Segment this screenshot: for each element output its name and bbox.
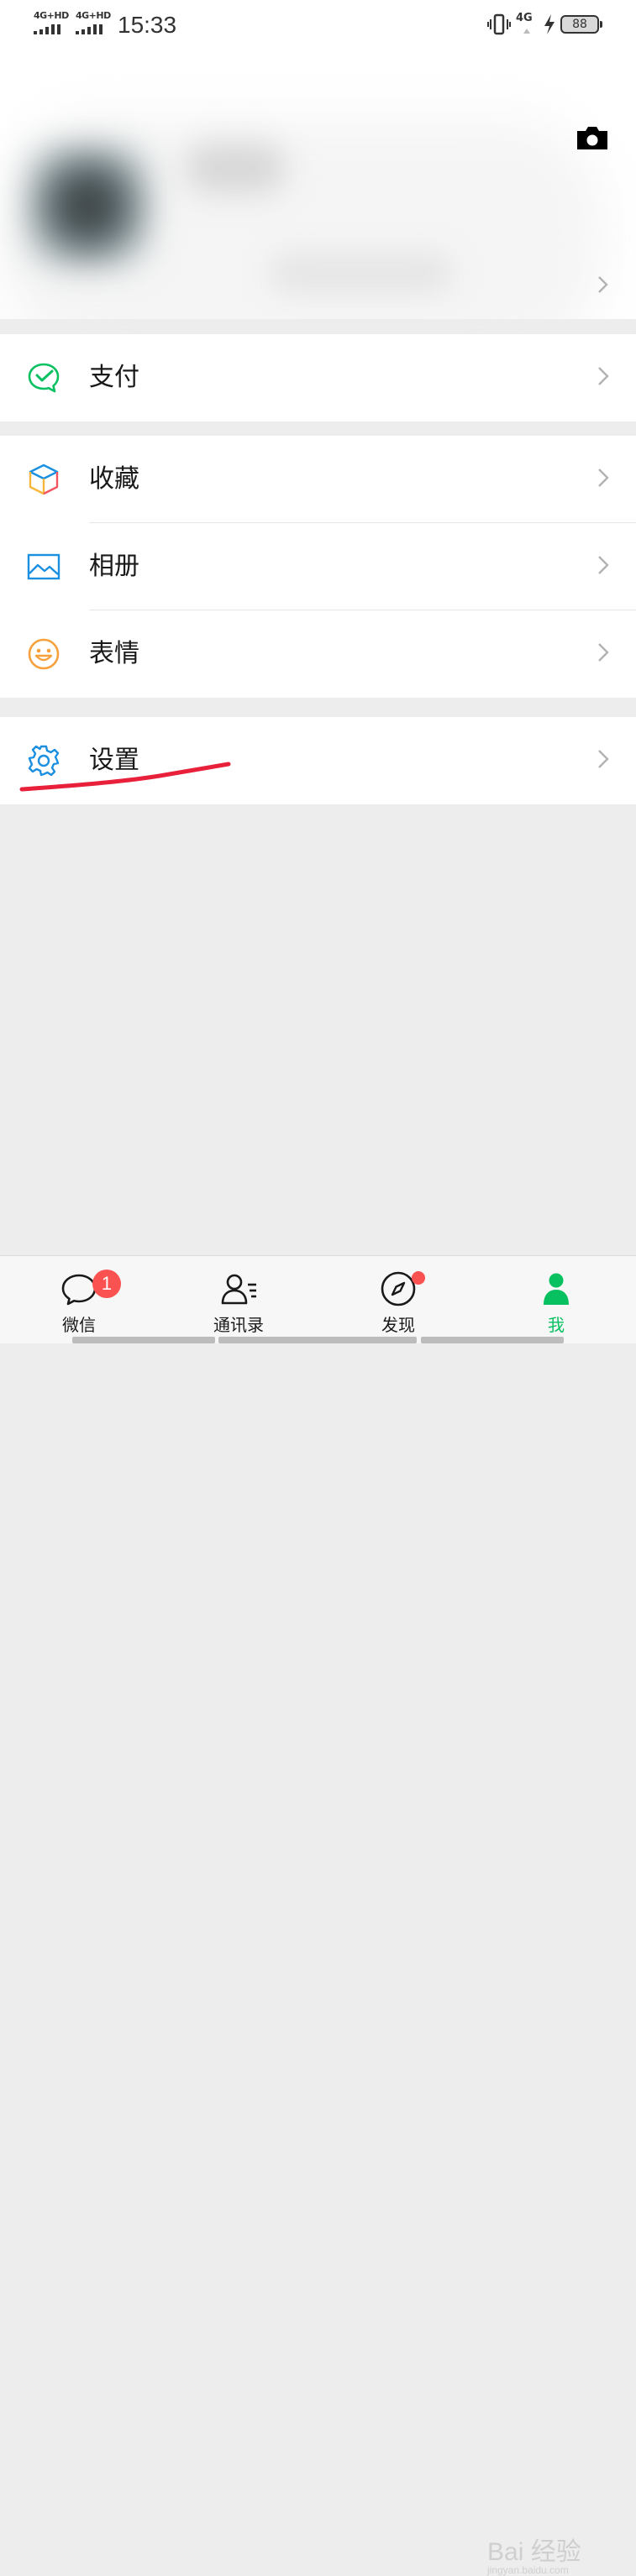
stickers-smile-icon: [28, 638, 60, 670]
unread-badge: 1: [92, 1270, 121, 1298]
chat-icon: [61, 1274, 97, 1306]
menu-item-pay-label: 支付: [89, 363, 139, 392]
tab-contacts-label: 通讯录: [213, 1315, 264, 1335]
profile-header[interactable]: [0, 50, 636, 361]
status-time: 15:33: [118, 12, 177, 38]
gesture-bar-center: [218, 1337, 417, 1343]
album-icon: [27, 553, 60, 580]
menu-group-content: 收藏 相册 表情: [0, 436, 636, 698]
menu-item-stickers-label: 表情: [89, 639, 139, 668]
sim2-signal-icon: 4G+HD: [76, 10, 111, 35]
camera-icon[interactable]: [576, 124, 609, 151]
watermark-url: jingyan.baidu.com: [487, 2564, 569, 2576]
menu-group-pay: 支付: [0, 334, 636, 421]
data-arrows-icon: [523, 29, 530, 34]
tab-chats[interactable]: 1 微信: [20, 1256, 138, 1344]
battery-level: 88: [572, 18, 587, 31]
sim1-signal-icon: 4G+HD: [34, 10, 69, 35]
chevron-right-icon: [598, 367, 609, 385]
watermark-text: Bai 经验: [487, 2538, 581, 2566]
menu-item-favorites[interactable]: 收藏: [0, 436, 636, 523]
charging-icon: [544, 14, 555, 34]
blurred-account-id: [269, 252, 454, 294]
contacts-icon: [221, 1274, 256, 1305]
menu-item-album[interactable]: 相册: [0, 523, 636, 610]
tab-discover[interactable]: 发现: [339, 1256, 457, 1344]
menu-item-favorites-label: 收藏: [89, 464, 139, 494]
discover-notification-dot: [412, 1271, 425, 1285]
chevron-right-icon: [598, 643, 609, 662]
menu-item-pay[interactable]: 支付: [0, 334, 636, 421]
red-underline-annotation: [19, 762, 231, 792]
bottom-tab-bar: 1 微信 通讯录 发现 我 Bai 经验 jingyan.baidu.com: [0, 1255, 636, 2576]
tab-me[interactable]: 我: [497, 1256, 615, 1344]
baidu-jingyan-watermark: Bai 经验 jingyan.baidu.com: [487, 2531, 581, 2576]
vibrate-icon: [487, 13, 511, 35]
profile-chevron-icon: [598, 276, 608, 293]
menu-item-stickers[interactable]: 表情: [0, 610, 636, 698]
menu-item-album-label: 相册: [89, 552, 139, 581]
favorites-cube-icon: [29, 463, 59, 495]
chevron-right-icon: [598, 750, 609, 768]
sim1-network-label: 4G+HD: [34, 10, 69, 21]
tab-chats-label: 微信: [62, 1315, 96, 1335]
chevron-right-icon: [598, 469, 609, 487]
gesture-bar-left: [72, 1337, 215, 1343]
data-network-label: 4G: [516, 12, 533, 24]
status-bar: 4G+HD 4G+HD 15:33 4G 88: [0, 0, 636, 50]
blurred-nickname: [185, 143, 286, 193]
gesture-bar-right: [421, 1337, 564, 1343]
tab-discover-label: 发现: [381, 1315, 415, 1335]
avatar[interactable]: [25, 143, 151, 269]
me-person-icon: [544, 1273, 569, 1305]
tab-me-label: 我: [548, 1315, 565, 1335]
tab-contacts[interactable]: 通讯录: [180, 1256, 297, 1344]
sim2-network-label: 4G+HD: [76, 10, 111, 21]
chevron-right-icon: [598, 556, 609, 574]
battery-icon: 88: [560, 15, 602, 34]
pay-icon: [28, 363, 60, 393]
